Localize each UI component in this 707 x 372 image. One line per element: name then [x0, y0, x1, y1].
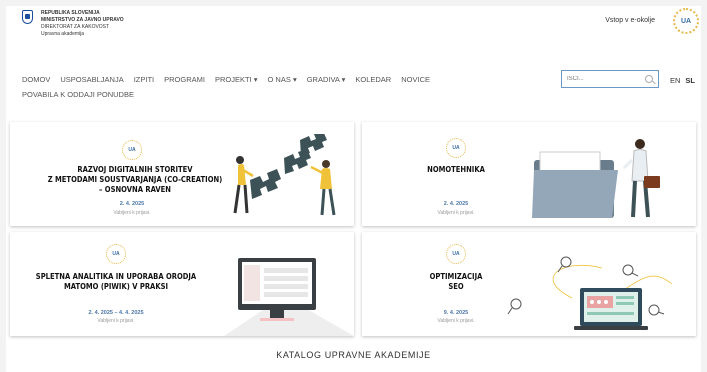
course-invite: Vabljeni k prijavi.: [437, 318, 475, 324]
gov-line-1: REPUBLIKA SLOVENIJA: [41, 10, 100, 16]
nav-item-projekti[interactable]: PROJEKTI ▾: [215, 75, 258, 84]
coat-of-arms-icon: [22, 10, 33, 24]
course-date: 2. 4. 2025: [443, 201, 469, 207]
ministry-logo[interactable]: REPUBLIKA SLOVENIJA MINISTRSTVO ZA JAVNO…: [22, 10, 124, 38]
catalog-heading: KATALOG UPRAVNE AKADEMIJE: [276, 350, 431, 360]
nav-item-domov[interactable]: DOMOV: [22, 75, 50, 84]
lang-en[interactable]: EN: [670, 76, 680, 85]
chevron-down-icon: ▾: [253, 74, 258, 84]
ua-badge-icon: UA: [446, 138, 466, 158]
nav-item-gradiva[interactable]: GRADIVA ▾: [307, 75, 346, 84]
course-card[interactable]: UA OPTIMIZACIJA SEO 9. 4. 2025 Vabljeni …: [362, 232, 696, 336]
course-invite: Vabljeni k prijavi.: [437, 210, 475, 216]
course-invite: Vabljeni k prijavi.: [113, 210, 151, 216]
nav-item-usposabljanja[interactable]: USPOSABLJANJA: [60, 75, 123, 84]
search-input[interactable]: [567, 76, 637, 82]
search-box[interactable]: [561, 70, 659, 88]
main-nav: DOMOV USPOSABLJANJA IZPITI PROGRAMI PROJ…: [22, 74, 542, 99]
course-card[interactable]: UA SPLETNA ANALITIKA IN UPORABA ORODJA M…: [10, 232, 354, 336]
course-invite: Vabljeni k prijavi.: [97, 318, 135, 324]
course-date: 9. 4. 2025: [443, 310, 469, 316]
monitor-illustration: [224, 258, 354, 336]
gov-line-3: DIREKTORAT ZA KAKOVOST: [41, 24, 110, 30]
nav-item-programi[interactable]: PROGRAMI: [164, 75, 205, 84]
folder-man-illustration: [532, 139, 660, 218]
course-card[interactable]: UA NOMOTEHNIKA 2. 4. 2025 Vabljeni k pri…: [362, 122, 696, 226]
search-icon[interactable]: [645, 75, 653, 83]
language-switcher: EN SL: [670, 76, 695, 85]
course-date: 2. 4. 2025 – 4. 4. 2025: [88, 310, 144, 316]
lang-sl[interactable]: SL: [685, 76, 695, 85]
course-date: 2. 4. 2025: [119, 201, 145, 207]
seo-laptop-illustration: [507, 256, 673, 330]
course-title: OPTIMIZACIJA SEO: [429, 272, 483, 291]
gov-line-4: Upravna akademija: [41, 31, 85, 37]
ua-badge-icon: UA: [122, 140, 142, 160]
course-card[interactable]: UA RAZVOJ DIGITALNIH STORITEV Z METODAMI…: [10, 122, 354, 226]
chevron-down-icon: ▾: [292, 74, 297, 84]
nav-item-o-nas[interactable]: O NAS ▾: [268, 75, 297, 84]
puzzle-people-illustration: [233, 134, 336, 216]
nav-item-povabila[interactable]: POVABILA K ODDAJI PONUDBE: [22, 90, 134, 99]
course-title: SPLETNA ANALITIKA IN UPORABA ORODJA MATO…: [35, 272, 197, 291]
academy-logo[interactable]: UA: [673, 8, 699, 34]
nav-item-koledar[interactable]: KOLEDAR: [355, 75, 391, 84]
login-link[interactable]: Vstop v e-okolje: [605, 17, 655, 24]
gov-line-2: MINISTRSTVO ZA JAVNO UPRAVO: [41, 17, 124, 23]
ua-badge-icon: UA: [446, 244, 466, 264]
nav-item-izpiti[interactable]: IZPITI: [134, 75, 154, 84]
chevron-down-icon: ▾: [341, 74, 346, 84]
course-title: NOMOTEHNIKA: [427, 165, 485, 174]
nav-item-novice[interactable]: NOVICE: [401, 75, 430, 84]
ua-badge-icon: UA: [106, 244, 126, 264]
